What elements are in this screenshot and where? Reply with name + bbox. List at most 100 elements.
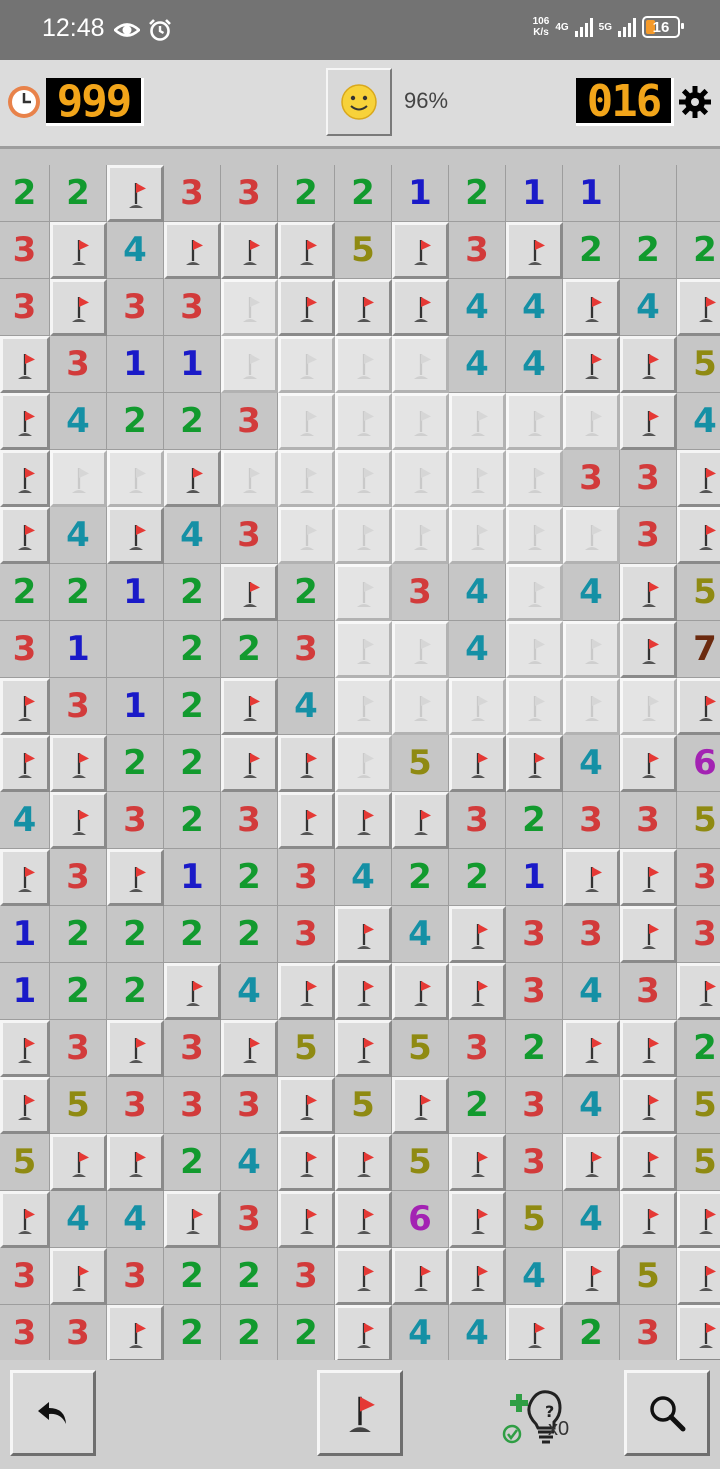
number-cell[interactable]: 3 [563,906,620,963]
faded-flag-cell[interactable] [620,678,677,735]
number-cell[interactable]: 5 [278,1020,335,1077]
number-cell[interactable]: 2 [164,792,221,849]
flagged-cell[interactable] [449,1191,506,1248]
number-cell[interactable]: 6 [392,1191,449,1248]
faded-flag-cell[interactable] [335,450,392,507]
faded-flag-cell[interactable] [221,279,278,336]
faded-flag-cell[interactable] [278,507,335,564]
flagged-cell[interactable] [50,279,107,336]
number-cell[interactable]: 4 [278,678,335,735]
number-cell[interactable]: 3 [677,906,720,963]
flagged-cell[interactable] [449,963,506,1020]
number-cell[interactable]: 3 [107,792,164,849]
number-cell[interactable]: 2 [50,165,107,222]
faded-flag-cell[interactable] [563,393,620,450]
flagged-cell[interactable] [107,1134,164,1191]
flagged-cell[interactable] [335,279,392,336]
number-cell[interactable]: 2 [164,906,221,963]
flagged-cell[interactable] [620,621,677,678]
number-cell[interactable]: 3 [221,1191,278,1248]
flagged-cell[interactable] [278,735,335,792]
number-cell[interactable]: 1 [107,678,164,735]
number-cell[interactable]: 3 [107,1248,164,1305]
number-cell[interactable]: 2 [107,906,164,963]
number-cell[interactable]: 2 [164,1134,221,1191]
number-cell[interactable]: 4 [506,279,563,336]
number-cell[interactable]: 5 [620,1248,677,1305]
flagged-cell[interactable] [677,1305,720,1360]
number-cell[interactable]: 2 [107,963,164,1020]
number-cell[interactable]: 4 [50,393,107,450]
faded-flag-cell[interactable] [335,393,392,450]
number-cell[interactable]: 2 [50,906,107,963]
number-cell[interactable]: 5 [0,1134,50,1191]
flagged-cell[interactable] [335,1134,392,1191]
number-cell[interactable]: 5 [677,792,720,849]
faded-flag-cell[interactable] [563,507,620,564]
number-cell[interactable]: 4 [563,564,620,621]
number-cell[interactable]: 2 [50,564,107,621]
flagged-cell[interactable] [0,393,50,450]
flagged-cell[interactable] [620,1134,677,1191]
number-cell[interactable]: 3 [563,792,620,849]
flagged-cell[interactable] [620,735,677,792]
faded-flag-cell[interactable] [392,450,449,507]
number-cell[interactable]: 3 [221,792,278,849]
faded-flag-cell[interactable] [50,450,107,507]
flagged-cell[interactable] [107,849,164,906]
number-cell[interactable]: 1 [164,336,221,393]
number-cell[interactable]: 3 [0,621,50,678]
flagged-cell[interactable] [0,336,50,393]
flagged-cell[interactable] [0,1020,50,1077]
flagged-cell[interactable] [221,1020,278,1077]
number-cell[interactable]: 1 [0,906,50,963]
number-cell[interactable]: 2 [677,1020,720,1077]
number-cell[interactable]: 3 [677,849,720,906]
flagged-cell[interactable] [221,678,278,735]
number-cell[interactable]: 2 [677,222,720,279]
empty-cell[interactable] [620,165,677,222]
flagged-cell[interactable] [677,1191,720,1248]
flagged-cell[interactable] [0,678,50,735]
flagged-cell[interactable] [107,507,164,564]
flagged-cell[interactable] [677,963,720,1020]
number-cell[interactable]: 2 [278,564,335,621]
number-cell[interactable]: 4 [392,906,449,963]
number-cell[interactable]: 4 [563,735,620,792]
flagged-cell[interactable] [677,1248,720,1305]
faded-flag-cell[interactable] [506,393,563,450]
number-cell[interactable]: 1 [392,165,449,222]
flagged-cell[interactable] [392,792,449,849]
number-cell[interactable]: 3 [164,165,221,222]
flagged-cell[interactable] [0,735,50,792]
number-cell[interactable]: 3 [221,507,278,564]
empty-cell[interactable] [107,621,164,678]
number-cell[interactable]: 2 [50,963,107,1020]
number-cell[interactable]: 2 [563,1305,620,1360]
zoom-button[interactable] [624,1370,710,1456]
number-cell[interactable]: 3 [0,222,50,279]
new-game-button[interactable] [326,68,392,136]
number-cell[interactable]: 2 [278,1305,335,1360]
number-cell[interactable]: 2 [221,621,278,678]
number-cell[interactable]: 7 [677,621,720,678]
flagged-cell[interactable] [221,564,278,621]
flagged-cell[interactable] [449,735,506,792]
flagged-cell[interactable] [563,1020,620,1077]
number-cell[interactable]: 2 [563,222,620,279]
number-cell[interactable]: 2 [164,621,221,678]
faded-flag-cell[interactable] [335,507,392,564]
number-cell[interactable]: 2 [164,735,221,792]
number-cell[interactable]: 5 [392,735,449,792]
number-cell[interactable]: 3 [0,279,50,336]
flagged-cell[interactable] [221,735,278,792]
faded-flag-cell[interactable] [221,450,278,507]
number-cell[interactable]: 4 [449,1305,506,1360]
faded-flag-cell[interactable] [506,564,563,621]
number-cell[interactable]: 3 [50,1020,107,1077]
flagged-cell[interactable] [335,963,392,1020]
number-cell[interactable]: 1 [506,849,563,906]
flagged-cell[interactable] [506,735,563,792]
flagged-cell[interactable] [107,1020,164,1077]
number-cell[interactable]: 3 [449,222,506,279]
